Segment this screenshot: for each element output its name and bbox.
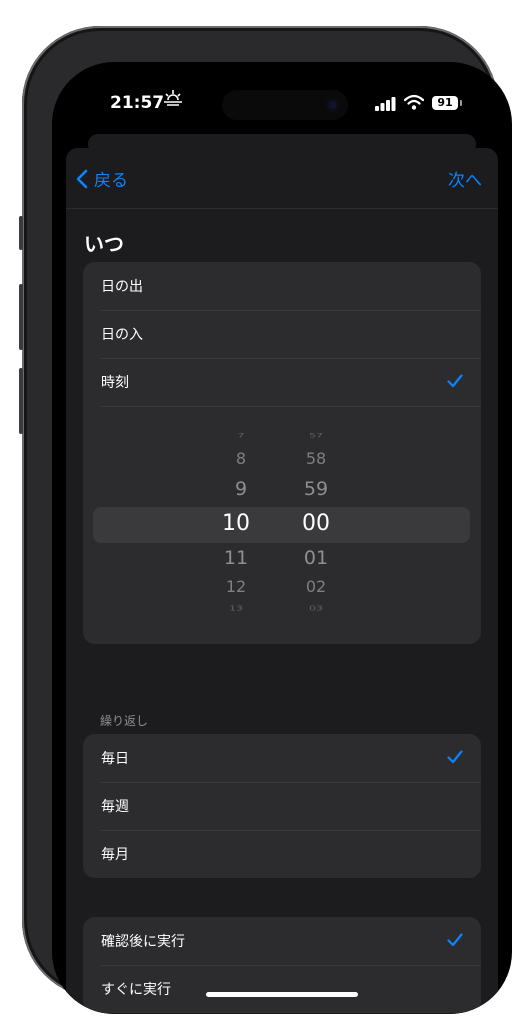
minute-option[interactable]: 01 <box>286 549 346 568</box>
wifi-icon <box>403 93 425 115</box>
option-time-of-day[interactable]: 時刻 <box>83 358 481 406</box>
volume-down-button <box>19 368 23 434</box>
checkmark-icon <box>447 750 463 764</box>
repeat-daily[interactable]: 毎日 <box>83 734 481 782</box>
picker-selection-highlight <box>93 507 470 543</box>
run-immediately[interactable]: すぐに実行 <box>83 965 481 1013</box>
hour-option[interactable]: 9 <box>211 480 271 499</box>
when-options-group: 日の出 日の入 時刻 7 8 9 10 11 12 13 57 58 59 00… <box>83 262 481 644</box>
repeat-options-group: 毎日 毎週 毎月 <box>83 734 481 878</box>
run-after-confirmation[interactable]: 確認後に実行 <box>83 917 481 965</box>
checkmark-icon <box>447 933 463 947</box>
status-time: 21:57 <box>110 93 165 113</box>
option-label: 日の入 <box>101 327 143 343</box>
minute-option[interactable]: 59 <box>286 480 346 499</box>
minute-option[interactable]: 02 <box>286 579 346 595</box>
selected-hour[interactable]: 10 <box>206 513 266 535</box>
battery-tip <box>460 100 462 106</box>
repeat-weekly[interactable]: 毎週 <box>83 782 481 830</box>
option-label: 日の出 <box>101 279 143 295</box>
option-label: 毎月 <box>101 847 129 863</box>
option-label: 毎週 <box>101 799 129 815</box>
back-label: 戻る <box>94 171 128 191</box>
screen: 21:57 91 戻る 次へ いつ 日の出 日の入 時刻 7 8 9 10 11… <box>52 62 512 1014</box>
phone-frame: 21:57 91 戻る 次へ いつ 日の出 日の入 時刻 7 8 9 10 11… <box>19 26 512 1014</box>
volume-up-button <box>19 284 23 350</box>
minute-option[interactable]: 58 <box>286 451 346 467</box>
minute-option[interactable]: 57 <box>286 432 346 438</box>
next-button[interactable]: 次へ <box>448 166 482 191</box>
status-bar: 21:57 91 <box>52 62 512 142</box>
navigation-bar: 戻る 次へ <box>66 148 498 209</box>
camera-icon <box>326 98 340 112</box>
hour-option[interactable]: 11 <box>206 549 266 568</box>
hour-option[interactable]: 8 <box>211 451 271 467</box>
cellular-signal-icon <box>375 96 397 115</box>
option-sunrise[interactable]: 日の出 <box>83 262 481 310</box>
minute-option[interactable]: 03 <box>286 605 346 612</box>
home-indicator[interactable] <box>206 992 358 997</box>
battery-indicator: 91 <box>432 96 458 110</box>
selected-minute[interactable]: 00 <box>286 513 346 535</box>
option-label: 毎日 <box>101 751 129 767</box>
chevron-left-icon <box>76 169 88 188</box>
option-label: すぐに実行 <box>101 982 171 998</box>
repeat-monthly[interactable]: 毎月 <box>83 830 481 878</box>
page-title: いつ <box>84 232 124 256</box>
hour-option[interactable]: 12 <box>206 579 266 595</box>
hour-option[interactable]: 13 <box>206 605 266 612</box>
action-button <box>19 216 23 250</box>
hour-option[interactable]: 7 <box>211 432 271 438</box>
time-picker[interactable]: 7 8 9 10 11 12 13 57 58 59 00 01 02 03 <box>83 407 481 644</box>
sunset-icon <box>164 90 182 110</box>
option-label: 確認後に実行 <box>101 934 185 950</box>
run-options-group: 確認後に実行 すぐに実行 <box>83 917 481 1013</box>
back-button[interactable]: 戻る <box>76 166 128 191</box>
option-sunset[interactable]: 日の入 <box>83 310 481 358</box>
automation-sheet: 戻る 次へ いつ 日の出 日の入 時刻 7 8 9 10 11 12 13 57… <box>66 148 498 1014</box>
option-label: 時刻 <box>101 375 129 391</box>
repeat-section-label: 繰り返し <box>100 714 149 728</box>
checkmark-icon <box>447 374 463 388</box>
